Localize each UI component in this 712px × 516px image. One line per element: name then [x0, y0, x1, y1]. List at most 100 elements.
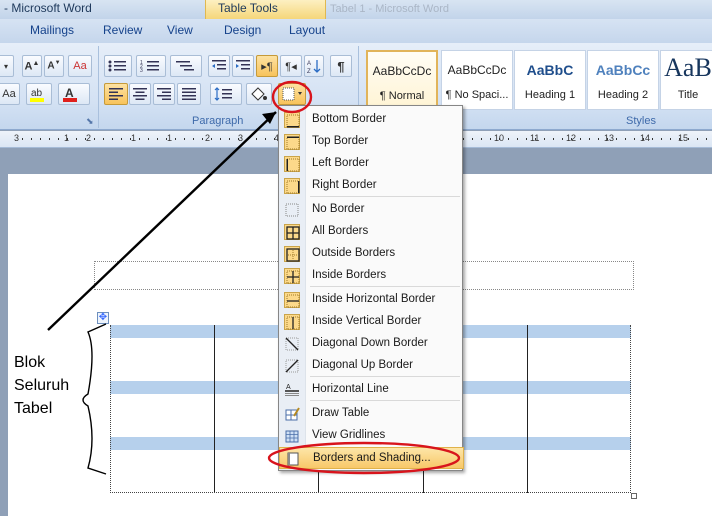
bullets-button[interactable]	[104, 55, 132, 77]
table-move-handle[interactable]: ✥	[97, 312, 109, 324]
justify-button[interactable]	[177, 83, 201, 105]
line-spacing-button[interactable]	[210, 83, 242, 105]
shrink-font-button[interactable]: A▼	[44, 55, 64, 77]
top-border-icon	[284, 134, 300, 150]
ruler-tick	[616, 138, 617, 140]
menu-item-label: Diagonal Down Border	[312, 337, 428, 349]
rtl-text-button[interactable]: ¶◂	[280, 55, 302, 77]
ruler-tick	[67, 138, 68, 140]
menu-item-inside-borders[interactable]: Inside Borders	[279, 265, 464, 287]
menu-item-top-border[interactable]: Top Border	[279, 131, 464, 153]
sort-icon: AZ	[307, 60, 321, 74]
paint-bucket-icon	[251, 87, 267, 101]
diagonal-down-border-icon	[284, 336, 300, 352]
outside-borders-icon	[284, 246, 300, 262]
show-formatting-button[interactable]: ¶	[330, 55, 352, 77]
ruler-tick	[481, 138, 482, 140]
borders-and-shading-icon	[285, 451, 301, 467]
align-right-button[interactable]	[153, 83, 175, 105]
align-center-button[interactable]	[129, 83, 151, 105]
sort-button[interactable]: AZ	[304, 55, 324, 77]
font-size-dropdown[interactable]: ▾	[0, 55, 14, 77]
ruler-tick	[490, 138, 491, 140]
tab-mailings[interactable]: Mailings	[30, 23, 74, 37]
ruler-tick	[22, 138, 23, 140]
ruler-tick	[580, 138, 581, 140]
ruler-tick	[553, 138, 554, 140]
style-heading-2[interactable]: AaBbCc Heading 2	[587, 50, 659, 110]
inside-horizontal-border-icon	[284, 292, 300, 308]
menu-item-right-border[interactable]: Right Border	[279, 175, 464, 197]
ruler-number: 14	[640, 133, 651, 143]
line-spacing-icon	[214, 87, 232, 101]
menu-item-horizontal-line[interactable]: A Horizontal Line	[279, 379, 464, 401]
ruler-tick	[517, 138, 518, 140]
menu-item-bottom-border[interactable]: Bottom Border	[279, 109, 464, 131]
ruler-tick	[661, 138, 662, 140]
menu-item-view-gridlines[interactable]: View Gridlines	[279, 425, 464, 447]
style-sample: AaBbCcDc	[372, 64, 432, 78]
clear-formatting-button[interactable]: Aa	[68, 55, 92, 77]
increase-indent-icon	[236, 60, 250, 70]
title-ghost-text: Tabel 1 - Microsoft Word	[330, 3, 450, 15]
ruler-tick	[94, 138, 95, 140]
multilevel-list-button[interactable]	[170, 55, 202, 77]
style-sample: AaBbCc	[595, 62, 651, 78]
style-sample: AaB	[664, 53, 712, 82]
tab-layout[interactable]: Layout	[289, 23, 325, 37]
horizontal-line-icon: A	[284, 382, 300, 398]
menu-item-label: Horizontal Line	[312, 383, 389, 395]
menu-item-left-border[interactable]: Left Border	[279, 153, 464, 175]
menu-item-inside-vertical-border[interactable]: Inside Vertical Border	[279, 311, 464, 333]
change-case-button[interactable]: Aa	[0, 83, 20, 105]
title-bar: - Microsoft Word Table Tools Tabel 1 - M…	[0, 0, 712, 19]
menu-item-all-borders[interactable]: All Borders	[279, 221, 464, 243]
decrease-indent-button[interactable]	[208, 55, 230, 77]
style-heading-1[interactable]: AaBbC Heading 1	[514, 50, 586, 110]
style-normal[interactable]: AaBbCcDc ¶ Normal	[366, 50, 438, 110]
menu-item-draw-table[interactable]: Draw Table	[279, 403, 464, 425]
diagonal-up-border-icon	[284, 358, 300, 374]
menu-item-borders-and-shading[interactable]: Borders and Shading...	[279, 447, 464, 469]
numbering-button[interactable]: 123	[136, 55, 166, 77]
table-resize-handle[interactable]	[631, 493, 637, 499]
tab-design[interactable]: Design	[224, 23, 261, 37]
menu-item-inside-horizontal-border[interactable]: Inside Horizontal Border	[279, 289, 464, 311]
all-borders-icon	[284, 224, 300, 240]
ruler-tick	[148, 138, 149, 140]
align-left-button[interactable]	[104, 83, 128, 105]
borders-button[interactable]	[278, 83, 306, 105]
ruler-tick	[625, 138, 626, 140]
shading-button[interactable]	[246, 83, 272, 105]
menu-item-outside-borders[interactable]: Outside Borders	[279, 243, 464, 265]
font-dialog-launcher[interactable]: ⬊	[86, 116, 94, 127]
ruler-tick	[265, 138, 266, 140]
ltr-text-button[interactable]: ▸¶	[256, 55, 278, 77]
bullets-icon	[108, 60, 126, 72]
font-color-button[interactable]: A	[58, 83, 90, 105]
style-title[interactable]: AaB Title	[660, 50, 712, 110]
decrease-indent-icon	[212, 60, 226, 70]
ruler-number: 2	[86, 133, 92, 143]
ruler-tick	[130, 138, 131, 140]
increase-indent-button[interactable]	[232, 55, 254, 77]
grow-font-button[interactable]: A▲	[22, 55, 42, 77]
ruler-tick	[256, 138, 257, 140]
ruler-tick	[76, 138, 77, 140]
numbering-icon: 123	[140, 60, 159, 73]
menu-item-label: No Border	[312, 203, 365, 215]
tab-view[interactable]: View	[167, 23, 193, 37]
inside-borders-icon	[284, 268, 300, 284]
menu-item-no-border[interactable]: No Border	[279, 199, 464, 221]
ruler-tick	[121, 138, 122, 140]
style-no-spacing[interactable]: AaBbCcDc ¶ No Spaci...	[441, 50, 513, 110]
menu-item-diagonal-down-border[interactable]: Diagonal Down Border	[279, 333, 464, 355]
menu-item-diagonal-up-border[interactable]: Diagonal Up Border	[279, 355, 464, 377]
ruler-tick	[229, 138, 230, 140]
style-name: ¶ No Spaci...	[445, 89, 509, 101]
ruler-tick	[274, 138, 275, 140]
ruler-tick	[49, 138, 50, 140]
ruler-tick	[652, 138, 653, 140]
highlight-color-button[interactable]: ab	[26, 83, 52, 105]
tab-review[interactable]: Review	[103, 23, 142, 37]
